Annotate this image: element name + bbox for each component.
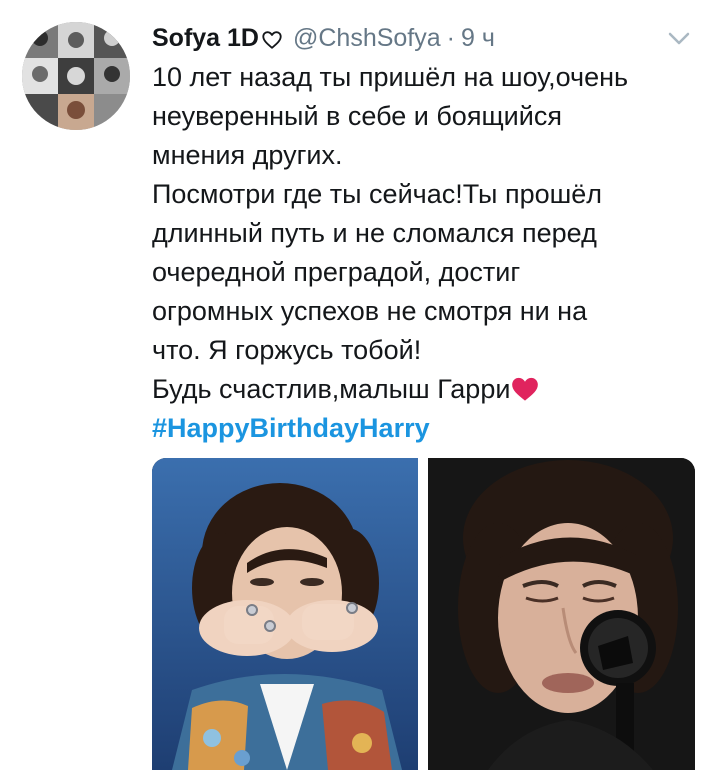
timestamp[interactable]: 9 ч [461,22,495,54]
user-handle[interactable]: @ChshSofya [293,22,441,54]
display-name[interactable]: Sofya 1D [152,22,259,54]
tweet-text-line: неуверенный в себе и боящийся [152,101,562,131]
tweet[interactable]: Sofya 1D @ChshSofya · 9 ч 10 лет назад т… [0,0,716,770]
tweet-text: 10 лет назад ты пришёл на шоу,очень неув… [152,58,692,448]
tweet-text-line-with-emoji: Будь счастлив,малыш Гарри [152,370,692,409]
tweet-header: Sofya 1D @ChshSofya · 9 ч [152,22,495,54]
tweet-text-line: мнения других. [152,140,343,170]
tweet-text-line: что. Я горжусь тобой! [152,335,422,365]
separator-dot: · [446,24,455,52]
media-grid [152,458,695,770]
tweet-text-line: 10 лет назад ты пришёл на шоу,очень [152,62,629,92]
avatar[interactable] [22,22,130,130]
photo-blowing-kiss[interactable] [152,458,418,770]
tweet-text-line: очередной преградой, достиг [152,257,521,287]
photo-singing-at-microphone[interactable] [428,458,695,770]
chevron-down-icon[interactable] [668,32,690,46]
tweet-text-line: длинный путь и не сломался перед [152,218,597,248]
tweet-text-line: Будь счастлив,малыш Гарри [152,374,511,404]
red-heart-icon [511,374,539,401]
tweet-text-line: огромных успехов не смотря ни на [152,296,588,326]
hashtag-link[interactable]: #HappyBirthdayHarry [152,409,692,448]
outline-heart-icon [261,27,283,49]
tweet-text-line: Посмотри где ты сейчас!Ты прошёл [152,179,603,209]
